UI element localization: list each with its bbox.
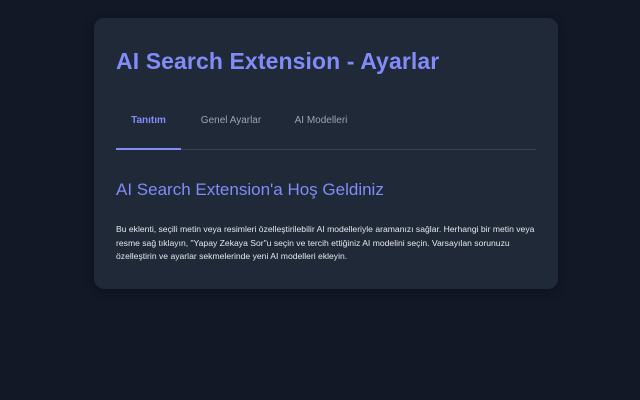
intro-description: Bu eklenti, seçili metin veya resimleri … bbox=[116, 224, 535, 261]
welcome-heading: AI Search Extension'a Hoş Geldiniz bbox=[116, 180, 384, 199]
page-title: AI Search Extension - Ayarlar bbox=[116, 48, 440, 74]
tab-introduction[interactable]: Tanıtım bbox=[116, 108, 181, 150]
tab-general-settings[interactable]: Genel Ayarlar bbox=[196, 108, 266, 148]
tab-ai-models[interactable]: AI Modelleri bbox=[286, 108, 356, 148]
settings-card: AI Search Extension - Ayarlar Tanıtım Ge… bbox=[94, 18, 558, 289]
tab-bar: Tanıtım Genel Ayarlar AI Modelleri bbox=[116, 108, 536, 150]
